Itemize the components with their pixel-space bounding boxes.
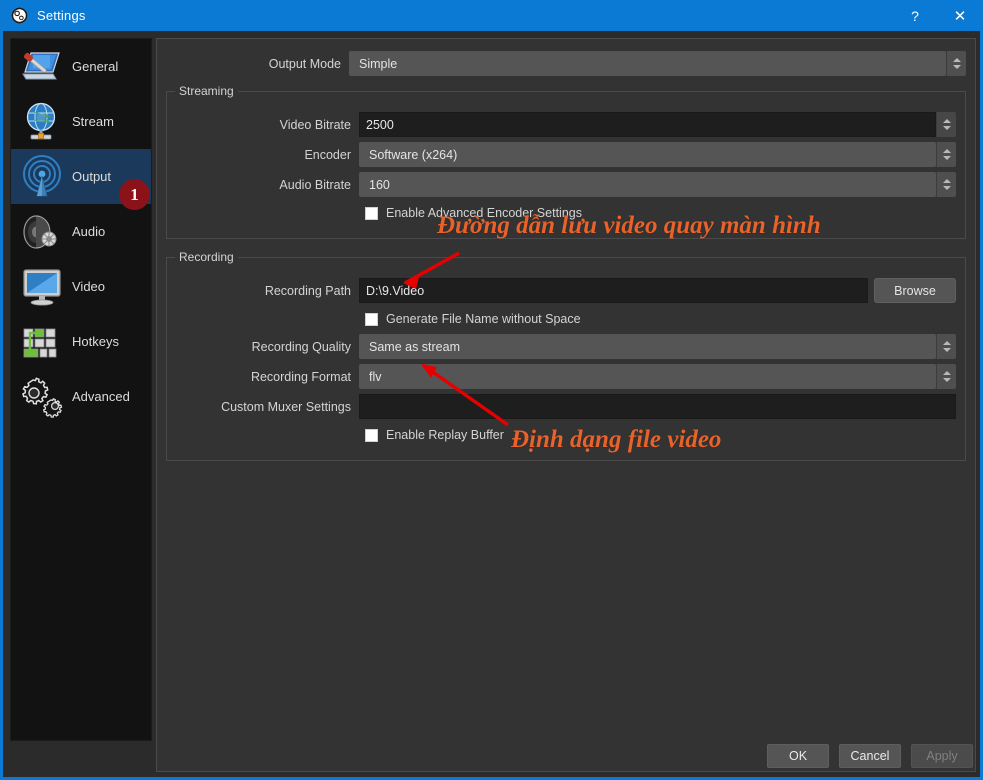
recording-format-field[interactable]: flv (359, 364, 956, 389)
step-badge-1: 1 (119, 179, 150, 210)
obs-logo-icon (11, 7, 28, 24)
advanced-icon (22, 376, 63, 418)
chevron-down-icon (942, 348, 951, 352)
recording-quality-label: Recording Quality (251, 339, 351, 354)
chevron-up-icon (952, 58, 961, 62)
sidebar-item-stream[interactable]: Stream (11, 94, 151, 149)
chevron-down-icon (942, 156, 951, 160)
video-bitrate-label: Video Bitrate (279, 117, 351, 132)
window-title: Settings (37, 8, 86, 23)
title-bar: Settings ? ✕ (0, 0, 983, 31)
audio-bitrate-combobox[interactable]: 160 (359, 172, 936, 197)
encoder-label: Encoder (304, 147, 351, 162)
sidebar-item-label: Video (72, 279, 106, 294)
video-bitrate-spinner[interactable] (936, 112, 956, 137)
settings-sidebar: General Stream Output Audio Video Hotkey… (10, 38, 152, 741)
custom-muxer-label: Custom Muxer Settings (221, 399, 351, 414)
replay-buffer-label: Enable Replay Buffer (386, 428, 504, 442)
sidebar-item-label: Hotkeys (72, 334, 119, 349)
chevron-down-icon (942, 186, 951, 190)
recording-quality-field[interactable]: Same as stream (359, 334, 956, 359)
sidebar-item-general[interactable]: General (11, 39, 151, 94)
encoder-row: Encoder Software (x264) (176, 142, 956, 167)
generate-no-space-row[interactable]: Generate File Name without Space (176, 308, 956, 330)
sidebar-item-video[interactable]: Video (11, 259, 151, 314)
settings-window: Settings ? ✕ General Stream Output Audio… (0, 0, 983, 780)
advanced-encoder-checkbox[interactable] (365, 206, 378, 220)
custom-muxer-row: Custom Muxer Settings (176, 394, 956, 419)
custom-muxer-input[interactable] (359, 394, 956, 419)
sidebar-item-hotkeys[interactable]: Hotkeys (11, 314, 151, 369)
chevron-up-icon (942, 119, 951, 123)
recording-format-label: Recording Format (250, 369, 351, 384)
output-mode-spinner[interactable] (946, 51, 966, 76)
sidebar-item-audio[interactable]: Audio (11, 204, 151, 259)
chevron-down-icon (942, 126, 951, 130)
recording-format-spinner[interactable] (936, 364, 956, 389)
video-icon (23, 268, 61, 306)
custom-muxer-field[interactable] (359, 394, 956, 419)
replay-buffer-checkbox[interactable] (365, 428, 378, 442)
encoder-combobox[interactable]: Software (x264) (359, 142, 936, 167)
recording-quality-combobox[interactable]: Same as stream (359, 334, 936, 359)
recording-format-combobox[interactable]: flv (359, 364, 936, 389)
sidebar-item-label: General (72, 59, 119, 74)
hotkeys-icon (23, 328, 57, 357)
dialog-footer: OK Cancel Apply (156, 743, 973, 769)
stream-icon (26, 102, 56, 139)
chevron-up-icon (942, 149, 951, 153)
recording-group-title: Recording (175, 250, 238, 264)
chevron-up-icon (942, 341, 951, 345)
annotation-recording-format: Định dạng file video (511, 426, 722, 453)
recording-quality-spinner[interactable] (936, 334, 956, 359)
recording-path-label: Recording Path (264, 283, 351, 298)
sidebar-item-label: Output (72, 169, 112, 184)
encoder-spinner[interactable] (936, 142, 956, 167)
sidebar-item-label: Advanced (72, 389, 130, 404)
output-mode-combobox[interactable]: Simple (349, 51, 946, 76)
video-bitrate-input[interactable]: 2500 (359, 112, 936, 137)
sidebar-item-label: Stream (72, 114, 114, 129)
video-bitrate-field[interactable]: 2500 (359, 112, 956, 137)
close-button[interactable]: ✕ (937, 0, 983, 31)
audio-bitrate-field[interactable]: 160 (359, 172, 956, 197)
encoder-field[interactable]: Software (x264) (359, 142, 956, 167)
cancel-button[interactable]: Cancel (839, 744, 901, 768)
output-mode-field[interactable]: Simple (349, 51, 966, 76)
output-mode-label: Output Mode (268, 56, 341, 71)
audio-bitrate-label: Audio Bitrate (279, 177, 351, 192)
general-icon (22, 51, 60, 79)
chevron-up-icon (942, 179, 951, 183)
output-mode-row: Output Mode Simple (166, 51, 966, 76)
browse-button[interactable]: Browse (874, 278, 956, 303)
chevron-down-icon (952, 65, 961, 69)
annotation-recording-path: Đường dẫn lưu video quay màn hình (437, 212, 821, 239)
recording-path-field[interactable]: D:\9.Video Browse (359, 278, 956, 303)
recording-path-input[interactable]: D:\9.Video (359, 278, 868, 303)
sidebar-item-label: Audio (72, 224, 106, 239)
sidebar-item-advanced[interactable]: Advanced (11, 369, 151, 424)
video-bitrate-row: Video Bitrate 2500 (176, 112, 956, 137)
audio-icon (23, 214, 57, 249)
output-settings-panel: Output Mode Simple Streaming Video Bitra… (156, 38, 976, 772)
window-body: General Stream Output Audio Video Hotkey… (3, 31, 980, 777)
output-icon (23, 154, 61, 196)
recording-path-row: Recording Path D:\9.Video Browse (176, 278, 956, 303)
generate-no-space-label: Generate File Name without Space (386, 312, 581, 326)
chevron-up-icon (942, 371, 951, 375)
recording-quality-row: Recording Quality Same as stream (176, 334, 956, 359)
ok-button[interactable]: OK (767, 744, 829, 768)
audio-bitrate-row: Audio Bitrate 160 (176, 172, 956, 197)
chevron-down-icon (942, 378, 951, 382)
apply-button: Apply (911, 744, 973, 768)
generate-no-space-checkbox[interactable] (365, 312, 378, 326)
streaming-group-title: Streaming (175, 84, 238, 98)
help-button[interactable]: ? (893, 0, 937, 31)
recording-format-row: Recording Format flv (176, 364, 956, 389)
audio-bitrate-spinner[interactable] (936, 172, 956, 197)
